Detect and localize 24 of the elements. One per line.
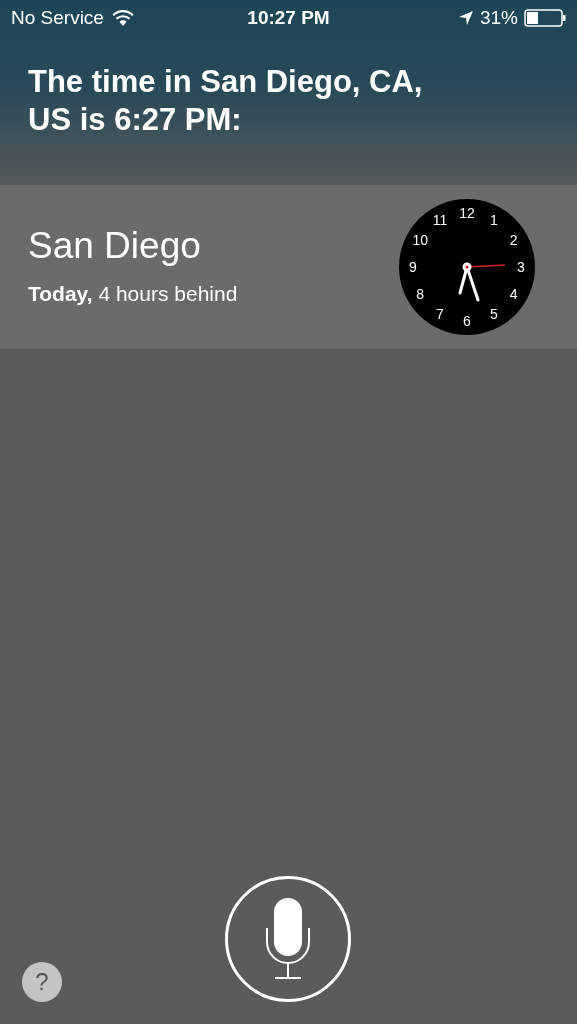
- battery-icon: [524, 9, 566, 27]
- clock-numeral: 1: [490, 213, 498, 228]
- location-arrow-icon: [457, 10, 474, 26]
- wifi-icon: [111, 10, 134, 26]
- clock-numeral: 9: [409, 260, 417, 274]
- clock-numeral: 3: [517, 260, 525, 274]
- clock-numeral: 7: [436, 306, 444, 321]
- help-button[interactable]: ?: [22, 962, 62, 1002]
- battery-percent: 31%: [479, 5, 518, 30]
- city-name: San Diego: [28, 224, 202, 269]
- time-difference: Today, 4 hours behind: [28, 281, 238, 308]
- microphone-icon[interactable]: [265, 898, 311, 980]
- clock-numeral: 4: [509, 287, 518, 301]
- status-time: 10:27 PM: [247, 5, 330, 30]
- microphone-button[interactable]: [225, 876, 351, 1002]
- clock-numeral: 10: [412, 233, 428, 247]
- clock-numeral: 5: [490, 306, 498, 321]
- clock-numeral: 2: [509, 233, 518, 247]
- clock-numeral: 11: [432, 213, 448, 228]
- clock-numeral: 12: [459, 206, 475, 220]
- clock-numeral: 8: [416, 287, 425, 301]
- siri-answer: The time in San Diego, CA, US is 6:27 PM:: [27, 63, 424, 139]
- carrier-text: No Service: [11, 5, 104, 30]
- clock-numeral: 6: [463, 314, 471, 328]
